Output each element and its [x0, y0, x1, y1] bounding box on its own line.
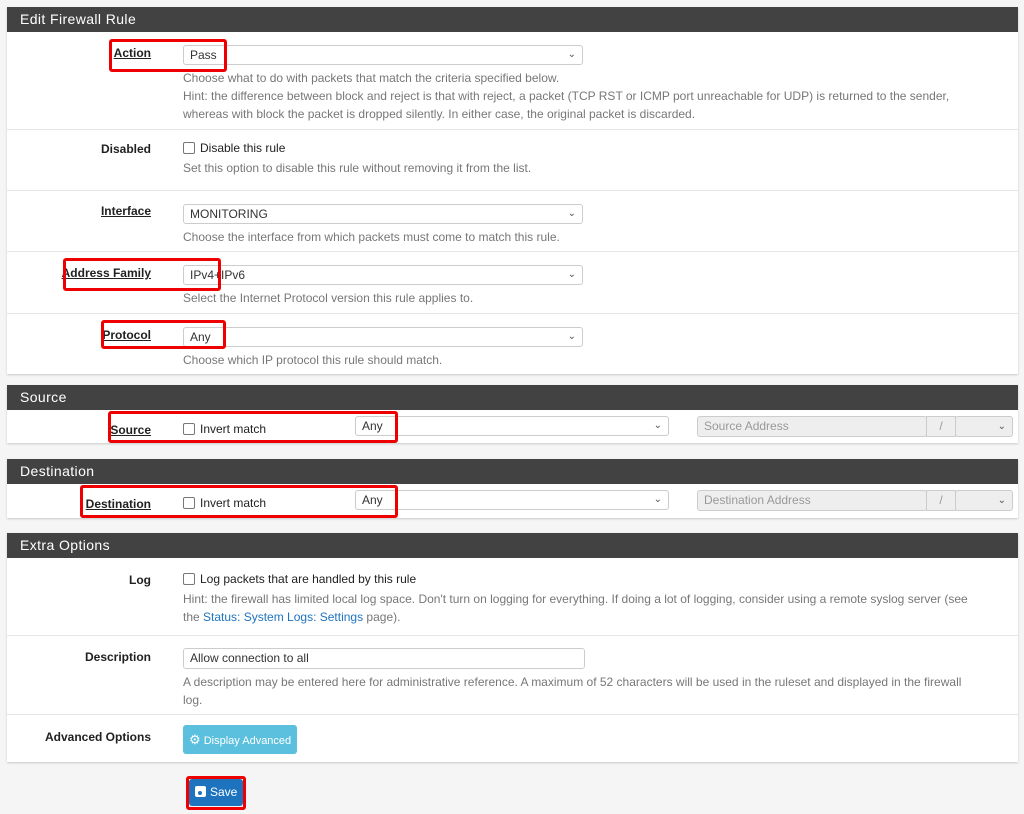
- save-highlight: [186, 776, 246, 810]
- chevron-down-icon: ⌄: [567, 49, 576, 60]
- description-input[interactable]: Allow connection to all: [183, 648, 585, 669]
- checkbox-icon[interactable]: [183, 142, 195, 154]
- disabled-label: Disabled: [100, 142, 151, 156]
- destination-address-input[interactable]: Destination Address: [697, 490, 927, 511]
- system-logs-settings-link[interactable]: Status: System Logs: Settings: [203, 610, 363, 624]
- source-type-select[interactable]: Any ⌄: [355, 416, 669, 436]
- destination-type-select[interactable]: Any ⌄: [355, 490, 669, 510]
- interface-help: Choose the interface from which packets …: [183, 230, 560, 244]
- source-highlight: [108, 411, 398, 443]
- display-advanced-button[interactable]: ⚙ Display Advanced: [183, 725, 298, 754]
- log-row: Log Log packets that are handled by this…: [7, 558, 1018, 636]
- chevron-down-icon: ⌄: [567, 269, 576, 280]
- source-slash: /: [926, 416, 956, 437]
- description-label: Description: [84, 650, 151, 664]
- panel-title: Edit Firewall Rule: [7, 7, 1018, 32]
- description-row: Description Allow connection to all A de…: [7, 636, 1018, 715]
- panel-title: Destination: [7, 459, 1018, 484]
- panel-title: Extra Options: [7, 533, 1018, 558]
- destination-slash: /: [926, 490, 956, 511]
- source-mask-select[interactable]: ⌄: [955, 416, 1013, 437]
- checkbox-icon[interactable]: [183, 573, 195, 585]
- advanced-options-row: Advanced Options ⚙ Display Advanced: [7, 715, 1018, 762]
- source-address-input[interactable]: Source Address: [697, 416, 927, 437]
- protocol-help: Choose which IP protocol this rule shoul…: [183, 353, 443, 367]
- address-family-help: Select the Internet Protocol version thi…: [183, 291, 474, 305]
- log-label: Log: [129, 573, 151, 587]
- action-select[interactable]: Pass ⌄: [183, 45, 583, 65]
- log-checkbox[interactable]: Log packets that are handled by this rul…: [183, 572, 1003, 586]
- log-help: Hint: the firewall has limited local log…: [183, 592, 968, 624]
- chevron-down-icon: ⌄: [653, 420, 662, 431]
- interface-label: Interface: [100, 204, 151, 218]
- gear-icon: ⚙: [189, 732, 201, 747]
- action-help: Choose what to do with packets that matc…: [183, 71, 950, 121]
- disabled-row: Disabled Disable this rule Set this opti…: [7, 130, 1018, 191]
- chevron-down-icon: ⌄: [567, 208, 576, 219]
- destination-highlight: [80, 485, 398, 518]
- panel-title: Source: [7, 385, 1018, 410]
- chevron-down-icon: ⌄: [997, 495, 1006, 506]
- extra-options-panel: Extra Options Log Log packets that are h…: [7, 533, 1018, 762]
- disable-rule-checkbox[interactable]: Disable this rule: [183, 141, 531, 155]
- address-family-highlight: [63, 258, 221, 291]
- disabled-help: Set this option to disable this rule wit…: [183, 161, 532, 175]
- interface-row: Interface MONITORING ⌄ Choose the interf…: [7, 191, 1018, 252]
- interface-select[interactable]: MONITORING ⌄: [183, 204, 583, 224]
- action-highlight: [109, 39, 227, 72]
- destination-mask-select[interactable]: ⌄: [955, 490, 1013, 511]
- description-help: A description may be entered here for ad…: [183, 675, 962, 707]
- protocol-select[interactable]: Any ⌄: [183, 327, 583, 347]
- protocol-highlight: [101, 320, 226, 349]
- advanced-options-label: Advanced Options: [44, 730, 151, 744]
- address-family-select[interactable]: IPv4+IPv6 ⌄: [183, 265, 583, 285]
- chevron-down-icon: ⌄: [653, 494, 662, 505]
- chevron-down-icon: ⌄: [997, 421, 1006, 432]
- chevron-down-icon: ⌄: [567, 331, 576, 342]
